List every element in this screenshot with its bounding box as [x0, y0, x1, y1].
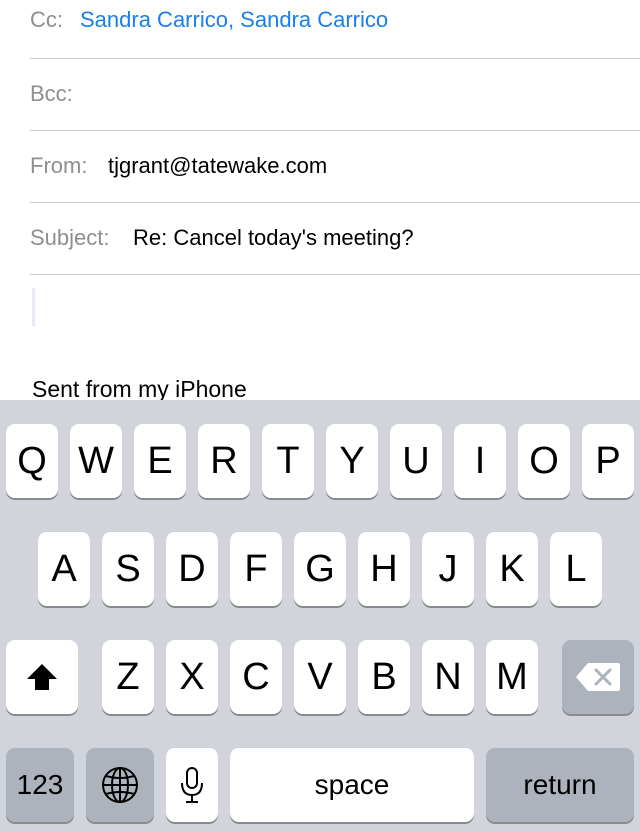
shift-icon	[25, 662, 59, 692]
delete-icon	[574, 661, 622, 693]
compose-view: Cc: Sandra Carrico, Sandra Carrico Bcc: …	[0, 0, 640, 400]
from-field[interactable]: From: tjgrant@tatewake.com	[30, 131, 640, 203]
key-l[interactable]: L	[550, 532, 602, 606]
space-button[interactable]: space	[230, 748, 474, 822]
key-e[interactable]: E	[134, 424, 186, 498]
key-q[interactable]: Q	[6, 424, 58, 498]
subject-input[interactable]: Re: Cancel today's meeting?	[133, 225, 414, 251]
key-w[interactable]: W	[70, 424, 122, 498]
key-p[interactable]: P	[582, 424, 634, 498]
microphone-icon	[179, 765, 205, 805]
key-h[interactable]: H	[358, 532, 410, 606]
globe-icon	[100, 765, 140, 805]
keyboard: Q W E R T Y U I O P A S D F G H J K L Z …	[0, 400, 640, 832]
key-k[interactable]: K	[486, 532, 538, 606]
key-c[interactable]: C	[230, 640, 282, 714]
key-t[interactable]: T	[262, 424, 314, 498]
key-a[interactable]: A	[38, 532, 90, 606]
key-x[interactable]: X	[166, 640, 218, 714]
key-m[interactable]: M	[486, 640, 538, 714]
delete-button[interactable]	[562, 640, 634, 714]
from-label: From:	[30, 153, 88, 178]
key-s[interactable]: S	[102, 532, 154, 606]
key-n[interactable]: N	[422, 640, 474, 714]
key-g[interactable]: G	[294, 532, 346, 606]
key-v[interactable]: V	[294, 640, 346, 714]
cc-label: Cc:	[30, 7, 63, 32]
key-z[interactable]: Z	[102, 640, 154, 714]
from-address[interactable]: tjgrant@tatewake.com	[108, 153, 327, 179]
shift-button[interactable]	[6, 640, 78, 714]
key-o[interactable]: O	[518, 424, 570, 498]
cc-recipients[interactable]: Sandra Carrico, Sandra Carrico	[80, 7, 388, 33]
globe-button[interactable]	[86, 748, 154, 822]
key-f[interactable]: F	[230, 532, 282, 606]
key-j[interactable]: J	[422, 532, 474, 606]
key-r[interactable]: R	[198, 424, 250, 498]
subject-field[interactable]: Subject: Re: Cancel today's meeting?	[30, 203, 640, 275]
bcc-field[interactable]: Bcc:	[30, 59, 640, 131]
key-b[interactable]: B	[358, 640, 410, 714]
key-y[interactable]: Y	[326, 424, 378, 498]
key-d[interactable]: D	[166, 532, 218, 606]
return-button[interactable]: return	[486, 748, 634, 822]
dictation-button[interactable]	[166, 748, 218, 822]
key-i[interactable]: I	[454, 424, 506, 498]
numbers-button[interactable]: 123	[6, 748, 74, 822]
email-signature[interactable]: Sent from my iPhone	[32, 376, 247, 400]
key-u[interactable]: U	[390, 424, 442, 498]
text-cursor	[32, 288, 35, 326]
bcc-label: Bcc:	[30, 81, 73, 106]
cc-field[interactable]: Cc: Sandra Carrico, Sandra Carrico	[30, 0, 640, 59]
subject-label: Subject:	[30, 225, 110, 250]
